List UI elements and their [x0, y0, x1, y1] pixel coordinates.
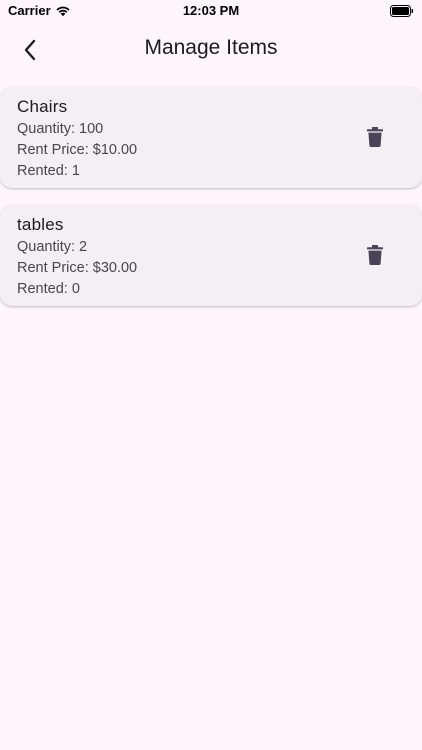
item-name: tables: [17, 215, 64, 234]
item-quantity: Quantity: 100: [17, 121, 104, 137]
status-time: 12:03 PM: [182, 3, 240, 18]
item-quantity: Quantity: 2: [17, 239, 88, 255]
item-rent-price: Rent Price: $30.00: [17, 260, 138, 276]
battery-icon: [390, 5, 414, 17]
delete-button[interactable]: [364, 125, 386, 149]
status-bar: Carrier 12:03 PM: [0, 0, 422, 24]
items-list: Chairs Quantity: 100 Rent Price: $10.00 …: [0, 87, 422, 323]
trash-icon: [367, 127, 383, 147]
trash-icon: [367, 245, 383, 265]
item-rented: Rented: 1: [17, 163, 80, 179]
item-rent-price: Rent Price: $10.00: [17, 142, 138, 158]
app-bar: Manage Items: [0, 24, 422, 76]
delete-button[interactable]: [364, 243, 386, 267]
item-rented: Rented: 0: [17, 281, 80, 297]
item-card[interactable]: tables Quantity: 2 Rent Price: $30.00 Re…: [0, 205, 422, 306]
item-card[interactable]: Chairs Quantity: 100 Rent Price: $10.00 …: [0, 87, 422, 188]
page-title: Manage Items: [144, 36, 278, 59]
item-name: Chairs: [17, 97, 68, 116]
